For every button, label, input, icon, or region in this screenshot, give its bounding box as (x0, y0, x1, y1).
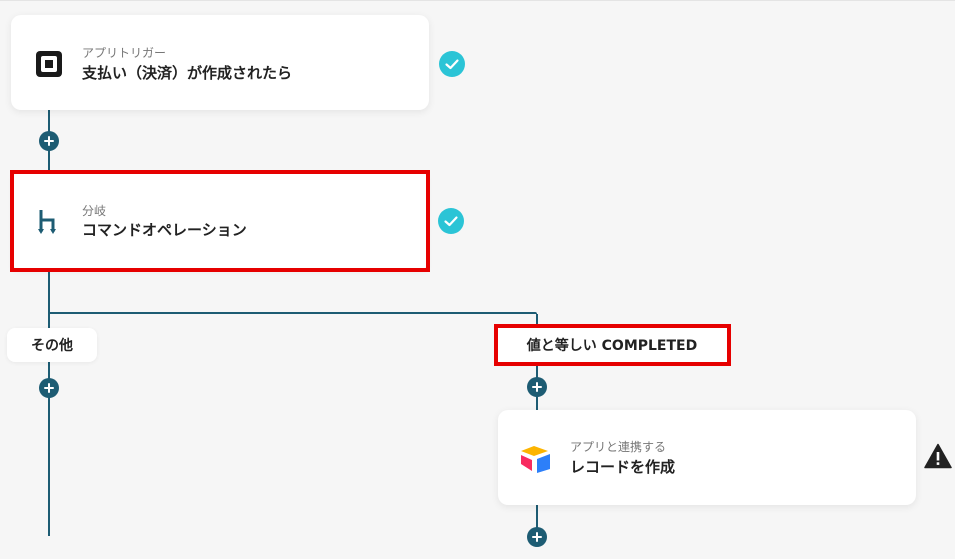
add-step-button[interactable] (39, 131, 59, 151)
action-label: アプリと連携する (570, 440, 667, 454)
trigger-card[interactable]: アプリトリガー 支払い（決済）が作成されたら (11, 15, 429, 110)
branch-other-label[interactable]: その他 (7, 328, 97, 362)
highlight-condition-label (494, 324, 731, 366)
add-step-button[interactable] (39, 378, 59, 398)
trigger-label: アプリトリガー (82, 46, 167, 60)
square-app-icon (35, 50, 63, 78)
airtable-icon (520, 444, 552, 474)
connector-line (48, 270, 50, 536)
add-step-button[interactable] (527, 377, 547, 397)
check-icon (439, 51, 465, 77)
add-step-button[interactable] (527, 527, 547, 547)
trigger-title: 支払い（決済）が作成されたら (82, 64, 293, 82)
check-icon (438, 208, 464, 234)
top-divider (0, 0, 955, 1)
action-title: レコードを作成 (570, 458, 676, 476)
action-card[interactable]: アプリと連携する レコードを作成 (498, 410, 916, 505)
warning-icon (924, 443, 952, 469)
connector-line (48, 312, 532, 314)
highlight-branch-card (10, 170, 430, 272)
